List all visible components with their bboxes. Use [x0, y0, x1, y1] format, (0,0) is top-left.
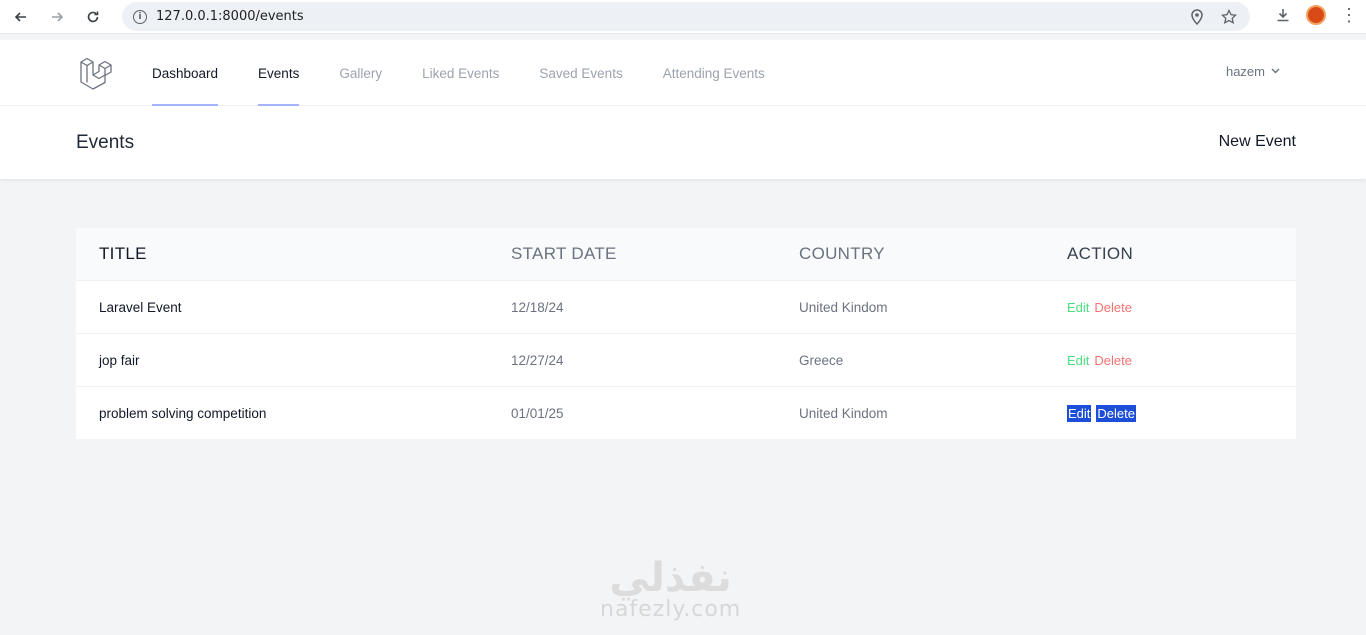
table-row: Laravel Event 12/18/24 United Kindom Edi… [76, 280, 1296, 333]
bookmark-star-icon[interactable] [1220, 8, 1238, 26]
back-arrow-icon[interactable] [6, 2, 36, 32]
edit-link[interactable]: Edit [1067, 300, 1089, 315]
download-icon[interactable] [1274, 6, 1292, 24]
page-title: Events [76, 132, 135, 153]
delete-link[interactable]: Delete [1094, 300, 1132, 315]
user-name[interactable]: hazem [1226, 64, 1265, 79]
browser-toolbar: i 127.0.0.1:8000/events ⋮ [0, 0, 1366, 34]
nav-dashboard[interactable]: Dashboard [152, 40, 219, 106]
nav-gallery[interactable]: Gallery [339, 40, 382, 106]
column-header-action: ACTION [1067, 244, 1134, 263]
event-country: Greece [799, 352, 844, 368]
user-menu[interactable]: hazem [1226, 64, 1280, 79]
chevron-down-icon[interactable] [1271, 66, 1280, 77]
events-table: TITLE START DATE COUNTRY ACTION Laravel … [76, 228, 1296, 439]
forward-arrow-icon[interactable] [42, 2, 72, 32]
watermark-latin: nafezly.com [600, 597, 742, 622]
page-header: Events New Event [0, 106, 1366, 179]
column-header-start-date: START DATE [511, 244, 617, 263]
site-info-icon[interactable]: i [133, 9, 147, 24]
delete-link[interactable]: Delete [1096, 404, 1136, 422]
column-header-country: COUNTRY [799, 244, 885, 263]
location-pin-icon[interactable] [1188, 8, 1206, 26]
browser-menu-icon[interactable]: ⋮ [1340, 6, 1358, 24]
event-title: Laravel Event [99, 299, 182, 315]
watermark-arabic: نفذلي [609, 555, 732, 601]
edit-link[interactable]: Edit [1067, 353, 1089, 368]
table-row: problem solving competition 01/01/25 Uni… [76, 386, 1296, 439]
table-row: jop fair 12/27/24 Greece Edit Delete [76, 333, 1296, 386]
watermark: نفذلي nafezly.com [600, 555, 741, 622]
edit-link[interactable]: Edit [1067, 404, 1092, 422]
event-country: United Kindom [799, 405, 888, 421]
url-text[interactable]: 127.0.0.1:8000/events [156, 9, 304, 24]
reload-icon[interactable] [78, 2, 108, 32]
new-event-link[interactable]: New Event [1219, 133, 1296, 151]
event-start-date: 12/27/24 [511, 352, 564, 368]
nav-attending-events[interactable]: Attending Events [663, 40, 765, 106]
event-start-date: 01/01/25 [511, 405, 564, 421]
column-header-title: TITLE [99, 244, 147, 263]
event-country: United Kindom [799, 299, 888, 315]
nav-liked-events[interactable]: Liked Events [422, 40, 499, 106]
address-bar[interactable]: i 127.0.0.1:8000/events [122, 2, 1250, 31]
delete-link[interactable]: Delete [1094, 353, 1132, 368]
event-title: jop fair [99, 352, 140, 368]
nav-saved-events[interactable]: Saved Events [539, 40, 622, 106]
event-title: problem solving competition [99, 405, 267, 421]
table-header: TITLE START DATE COUNTRY ACTION [76, 228, 1296, 280]
laravel-logo-icon[interactable] [78, 56, 112, 90]
profile-avatar[interactable] [1306, 5, 1326, 25]
event-start-date: 12/18/24 [511, 299, 564, 315]
nav-events[interactable]: Events [258, 40, 300, 106]
app-navigation: Dashboard Events Gallery Liked Events Sa… [0, 40, 1366, 106]
